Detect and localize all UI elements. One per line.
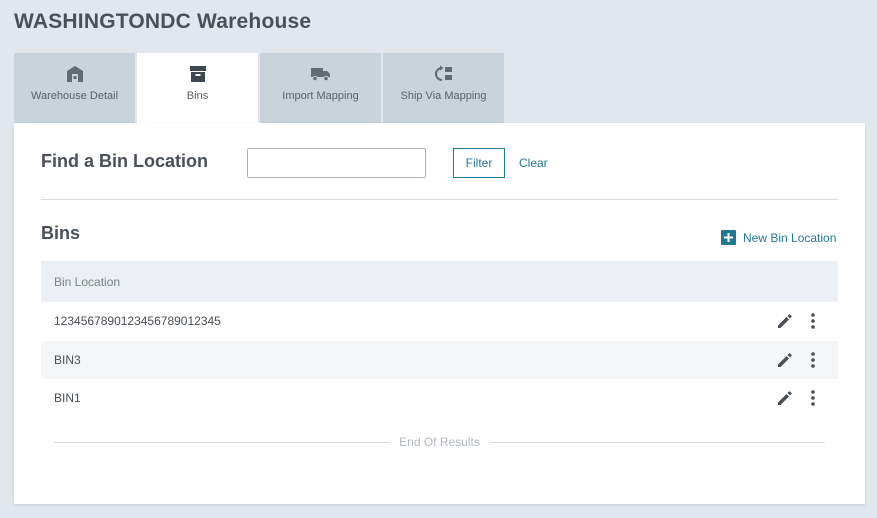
- tab-import-mapping[interactable]: Import Mapping: [260, 53, 381, 123]
- table-row: BIN3: [41, 340, 838, 379]
- table-row: 1234567890123456789012345: [41, 302, 838, 341]
- more-vertical-icon[interactable]: [804, 389, 822, 407]
- tab-ship-via-mapping[interactable]: Ship Via Mapping: [383, 53, 504, 123]
- bin-location-cell: BIN1: [54, 391, 81, 406]
- archive-box-icon: [187, 64, 209, 84]
- end-of-results: End Of Results: [54, 434, 826, 450]
- bin-location-cell: 1234567890123456789012345: [54, 314, 221, 329]
- row-actions: [776, 389, 822, 407]
- bins-table: Bin Location 1234567890123456789012345 B…: [41, 261, 838, 418]
- column-header-bin-location[interactable]: Bin Location: [54, 275, 120, 289]
- section-divider: [41, 199, 838, 200]
- bins-section-title: Bins: [41, 223, 81, 243]
- bins-panel: Find a Bin Location Filter Clear Bins Ne…: [14, 123, 865, 504]
- edit-pencil-icon[interactable]: [776, 351, 794, 369]
- page-title: WASHINGTONDC Warehouse: [14, 10, 312, 33]
- tab-label: Ship Via Mapping: [400, 90, 487, 102]
- row-actions: [776, 312, 822, 330]
- tab-bar: Warehouse Detail Bins Import Mapping Shi…: [14, 53, 506, 123]
- divider-line: [54, 441, 390, 443]
- plus-icon: [721, 230, 736, 245]
- truck-icon: [310, 64, 332, 84]
- row-actions: [776, 351, 822, 369]
- new-bin-location-button[interactable]: New Bin Location: [721, 230, 836, 245]
- tab-label: Warehouse Detail: [30, 90, 119, 102]
- warehouse-icon: [64, 64, 86, 84]
- tab-warehouse-detail[interactable]: Warehouse Detail: [14, 53, 135, 123]
- find-bin-title: Find a Bin Location: [41, 151, 208, 171]
- swap-shipping-icon: [433, 64, 455, 84]
- divider-line: [489, 441, 826, 443]
- new-bin-location-label: New Bin Location: [743, 230, 837, 245]
- clear-link[interactable]: Clear: [519, 156, 548, 170]
- table-row: BIN1: [41, 379, 838, 418]
- more-vertical-icon[interactable]: [804, 351, 822, 369]
- table-header: Bin Location: [41, 261, 838, 302]
- more-vertical-icon[interactable]: [804, 312, 822, 330]
- bin-search-input[interactable]: [247, 148, 426, 178]
- tab-label: Bins: [186, 90, 209, 102]
- end-of-results-text: End Of Results: [399, 435, 480, 449]
- tab-bins[interactable]: Bins: [137, 53, 258, 123]
- bin-location-cell: BIN3: [54, 352, 81, 367]
- edit-pencil-icon[interactable]: [776, 312, 794, 330]
- filter-button[interactable]: Filter: [453, 148, 505, 178]
- tab-label: Import Mapping: [282, 90, 359, 102]
- edit-pencil-icon[interactable]: [776, 389, 794, 407]
